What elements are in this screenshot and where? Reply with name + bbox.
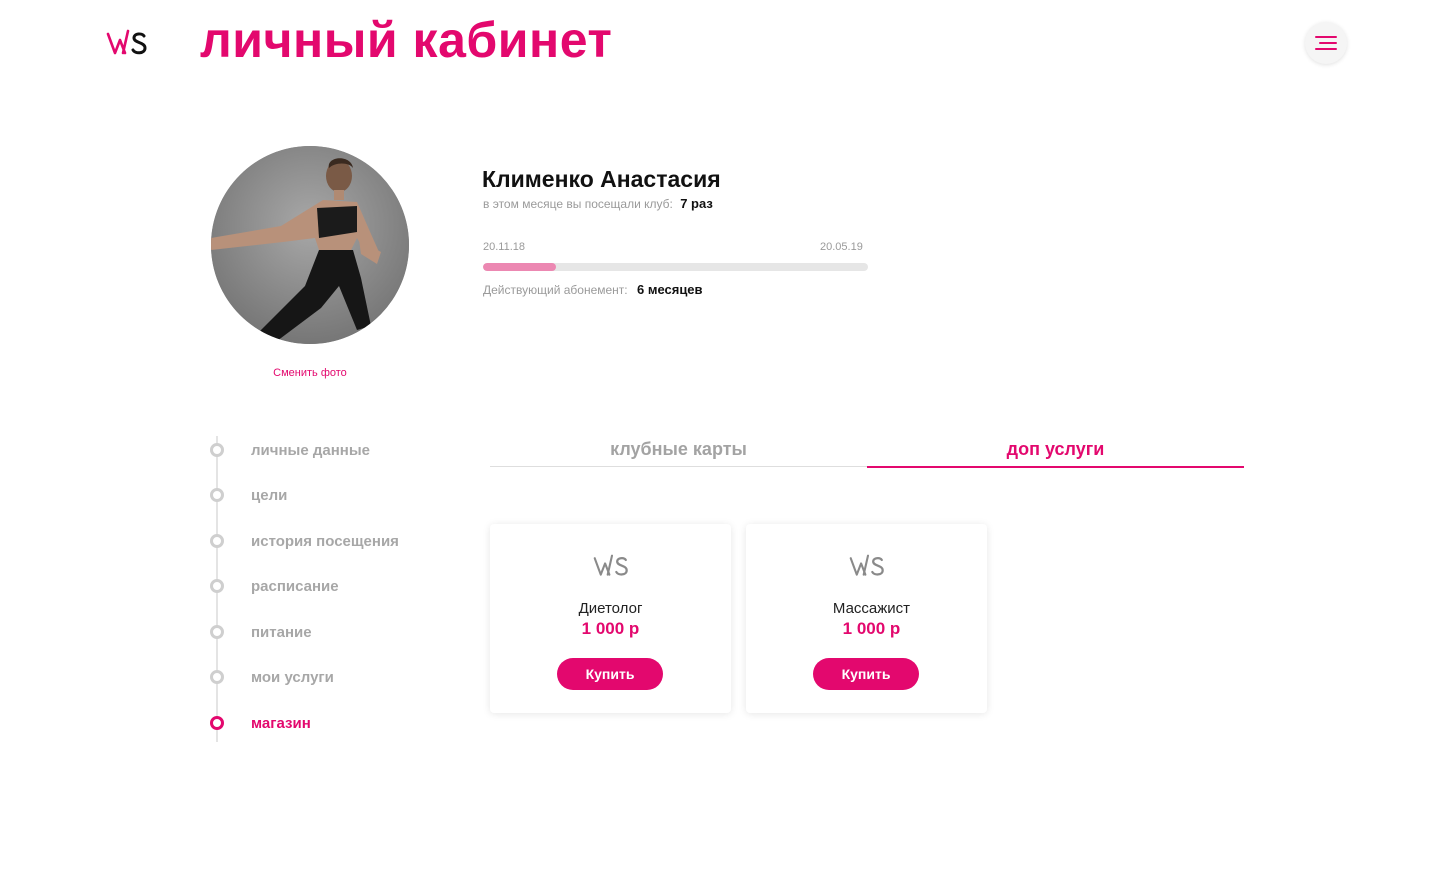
visits-value: 7 раз bbox=[680, 196, 713, 211]
timeline-dot-icon bbox=[210, 670, 224, 684]
tab-club-cards[interactable]: клубные карты bbox=[490, 436, 867, 466]
service-card-masseur: Массажист 1 000 р Купить bbox=[746, 524, 987, 713]
sidebar-item-label: личные данные bbox=[251, 441, 370, 459]
timeline-dot-icon bbox=[210, 443, 224, 457]
timeline-dot-icon bbox=[210, 534, 224, 548]
sidebar-item-nutrition[interactable]: питание bbox=[210, 622, 312, 642]
sidebar-item-label: расписание bbox=[251, 577, 339, 595]
ws-logo-icon bbox=[106, 29, 147, 55]
subscription-start-date: 20.11.18 bbox=[483, 241, 526, 253]
sidebar-item-shop[interactable]: магазин bbox=[210, 713, 311, 733]
avatar-photo bbox=[211, 146, 409, 344]
card-price: 1 000 р bbox=[842, 619, 901, 638]
timeline-dot-icon bbox=[210, 716, 224, 730]
subscription-value: 6 месяцев bbox=[636, 282, 703, 297]
subscription-row: Действующий абонемент: 6 месяцев bbox=[483, 282, 703, 297]
subscription-label: Действующий абонемент: bbox=[483, 283, 628, 297]
card-price: 1 000 р bbox=[581, 619, 640, 638]
buy-button[interactable]: Купить bbox=[813, 658, 919, 690]
sidebar-item-label: мои услуги bbox=[251, 668, 334, 686]
card-title: Диетолог bbox=[578, 600, 643, 617]
subscription-end-date: 20.05.19 bbox=[820, 241, 863, 253]
sidebar-item-label: цели bbox=[251, 486, 288, 504]
subscription-progress-fill bbox=[483, 263, 557, 271]
avatar bbox=[211, 146, 409, 344]
sidebar-item-visit-history[interactable]: история посещения bbox=[210, 531, 399, 551]
hamburger-menu-icon bbox=[1315, 36, 1337, 50]
ws-logo-icon bbox=[593, 554, 628, 576]
visits-row: в этом месяце вы посещали клуб: 7 раз bbox=[483, 196, 713, 211]
buy-button[interactable]: Купить bbox=[557, 658, 663, 690]
page-title: личный кабинет bbox=[200, 12, 613, 68]
sidebar-item-goals[interactable]: цели bbox=[210, 485, 287, 505]
card-title: Массажист bbox=[832, 600, 911, 617]
sidebar-item-label: питание bbox=[251, 623, 312, 641]
ws-logo-icon bbox=[849, 554, 884, 576]
shop-tabs: клубные карты доп услуги bbox=[490, 436, 1244, 468]
sidebar-item-label: история посещения bbox=[251, 532, 399, 550]
timeline-dot-icon bbox=[210, 488, 224, 502]
menu-button[interactable] bbox=[1305, 22, 1347, 64]
sidebar-item-schedule[interactable]: расписание bbox=[210, 576, 339, 596]
sidebar-item-label: магазин bbox=[251, 714, 311, 732]
sidebar-item-my-services[interactable]: мои услуги bbox=[210, 667, 334, 687]
sidebar-item-personal-data[interactable]: личные данные bbox=[210, 440, 370, 460]
timeline-dot-icon bbox=[210, 625, 224, 639]
visits-label: в этом месяце вы посещали клуб: bbox=[483, 197, 673, 211]
timeline-dot-icon bbox=[210, 579, 224, 593]
change-photo-link[interactable]: Сменить фото bbox=[250, 367, 370, 379]
subscription-progress-bar bbox=[483, 263, 868, 271]
tab-extra-services[interactable]: доп услуги bbox=[867, 436, 1244, 468]
user-name: Клименко Анастасия bbox=[482, 166, 721, 192]
service-card-dietitian: Диетолог 1 000 р Купить bbox=[490, 524, 731, 713]
